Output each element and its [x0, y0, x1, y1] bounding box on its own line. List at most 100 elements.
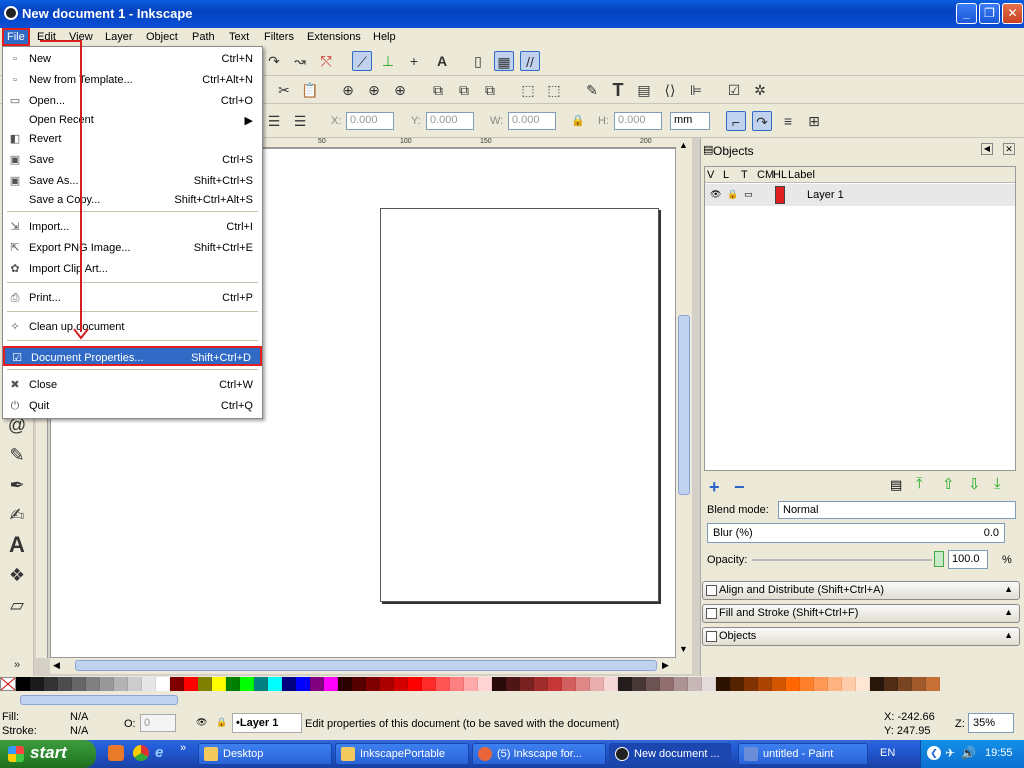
zoom-field[interactable]: 35% [968, 713, 1014, 733]
color-swatch[interactable] [212, 677, 226, 691]
color-swatch[interactable] [590, 677, 604, 691]
color-swatch[interactable] [548, 677, 562, 691]
color-swatch[interactable] [128, 677, 142, 691]
color-swatch[interactable] [338, 677, 352, 691]
smooth-icon[interactable]: ↝ [290, 51, 310, 71]
blur-field[interactable]: Blur (%) 0.0 [707, 523, 1005, 543]
group-icon[interactable]: ⬚ [518, 80, 538, 100]
snap-node-icon[interactable]: ⊥ [378, 51, 398, 71]
color-swatch[interactable] [702, 677, 716, 691]
color-swatch[interactable] [464, 677, 478, 691]
menu-extensions[interactable]: Extensions [304, 30, 364, 44]
unit-select[interactable]: mm [670, 112, 710, 130]
color-swatch[interactable] [758, 677, 772, 691]
raise-top-icon[interactable]: ☰ [264, 111, 284, 131]
node-icon[interactable]: ↷ [264, 51, 284, 71]
color-swatch[interactable] [58, 677, 72, 691]
menu-help[interactable]: Help [370, 30, 399, 44]
layer-row[interactable]: 👁 🔒 ▭ Layer 1 [705, 184, 1015, 206]
quicklaunch-app-icon[interactable] [108, 745, 124, 761]
color-swatch[interactable] [422, 677, 436, 691]
lower-to-bottom-icon[interactable]: ⤓ [994, 475, 1001, 492]
taskbar-button-desktop[interactable]: Desktop [198, 743, 332, 765]
document-page[interactable] [380, 208, 659, 602]
file-menu-item[interactable]: ✿ Import Clip Art... [3, 259, 262, 279]
color-swatch[interactable] [618, 677, 632, 691]
menu-path[interactable]: Path [189, 30, 218, 44]
toggle-lock-icon[interactable]: 🔒 [216, 717, 227, 728]
y-field[interactable]: 0.000 [426, 112, 474, 130]
align-distribute-panel-tab[interactable]: Align and Distribute (Shift+Ctrl+A) ▲ [702, 581, 1020, 600]
maximize-button[interactable]: ❐ [979, 3, 1000, 24]
quicklaunch-more-icon[interactable]: » [180, 742, 186, 754]
text-font-icon[interactable]: A [432, 51, 452, 71]
guides-icon[interactable]: // [520, 51, 540, 71]
scroll-right-icon[interactable]: ▶ [662, 660, 669, 671]
color-swatch[interactable] [660, 677, 674, 691]
lower-icon[interactable]: ⇩ [968, 475, 981, 493]
color-swatch[interactable] [646, 677, 660, 691]
lock-icon[interactable]: 🔒 [727, 189, 738, 200]
panel-iconify-button[interactable]: ◀ [981, 143, 993, 155]
opacity-field[interactable]: 100.0 [948, 550, 988, 569]
remove-object-icon[interactable]: − [734, 477, 745, 498]
color-swatch[interactable] [436, 677, 450, 691]
menu-file[interactable]: File [2, 28, 30, 46]
clock[interactable]: 19:55 [985, 747, 1013, 759]
pencil-tool-icon[interactable]: ✎ [4, 442, 30, 468]
file-menu-item[interactable]: ▣ Save As... Shift+Ctrl+S [3, 171, 262, 191]
taskbar-button-inkscapeportable[interactable]: InkscapePortable [335, 743, 469, 765]
color-swatch[interactable] [240, 677, 254, 691]
color-swatch[interactable] [86, 677, 100, 691]
eraser-tool-icon[interactable]: ▱ [4, 592, 30, 618]
scroll-left-icon[interactable]: ◀ [53, 660, 60, 671]
color-swatch[interactable] [394, 677, 408, 691]
color-swatch[interactable] [268, 677, 282, 691]
color-swatch[interactable] [198, 677, 212, 691]
highlight-color-swatch[interactable] [775, 186, 785, 204]
color-swatch[interactable] [296, 677, 310, 691]
visibility-eye-icon[interactable]: 👁 [710, 189, 721, 200]
color-swatch[interactable] [408, 677, 422, 691]
color-swatch[interactable] [772, 677, 786, 691]
raise-icon[interactable]: ⇧ [942, 475, 955, 493]
snap-center-icon[interactable]: + [404, 51, 424, 71]
color-swatch[interactable] [254, 677, 268, 691]
menu-text[interactable]: Text [226, 30, 252, 44]
preferences-icon[interactable]: ✲ [750, 80, 770, 100]
color-swatch[interactable] [380, 677, 394, 691]
scale-corners-icon[interactable]: ↷ [752, 111, 772, 131]
opacity-o-field[interactable]: 0 [140, 714, 176, 732]
file-menu-item[interactable]: ✖ Close Ctrl+W [3, 375, 262, 395]
page-frame-icon[interactable]: ▯ [468, 51, 488, 71]
start-button[interactable]: start [0, 740, 96, 768]
color-swatch[interactable] [156, 677, 170, 691]
file-menu-item[interactable]: ⏻ Quit Ctrl+Q [3, 396, 262, 416]
palette-scrollbar[interactable] [0, 692, 1024, 708]
h-field[interactable]: 0.000 [614, 112, 662, 130]
color-swatch[interactable] [324, 677, 338, 691]
color-swatch[interactable] [44, 677, 58, 691]
layer-props-icon[interactable]: ▤ [890, 477, 902, 493]
color-swatch[interactable] [366, 677, 380, 691]
color-swatch[interactable] [478, 677, 492, 691]
taskbar-button-paint[interactable]: untitled - Paint [738, 743, 868, 765]
color-swatch[interactable] [716, 677, 730, 691]
color-swatch[interactable] [534, 677, 548, 691]
language-indicator[interactable]: EN [880, 747, 895, 759]
opacity-slider-track[interactable] [752, 559, 932, 561]
color-swatch[interactable] [814, 677, 828, 691]
color-swatch[interactable] [856, 677, 870, 691]
current-layer-select[interactable]: •Layer 1 [232, 713, 302, 733]
duplicate-icon[interactable]: ⧉ [428, 80, 448, 100]
color-swatch[interactable] [632, 677, 646, 691]
spray-tool-icon[interactable]: ❖ [4, 562, 30, 588]
scroll-down-icon[interactable]: ▼ [679, 644, 688, 654]
align-distribute-icon[interactable]: ⊫ [686, 80, 706, 100]
color-swatch[interactable] [492, 677, 506, 691]
color-swatch[interactable] [450, 677, 464, 691]
w-field[interactable]: 0.000 [508, 112, 556, 130]
color-swatch[interactable] [282, 677, 296, 691]
zoom-drawing-icon[interactable]: ⊕ [364, 80, 384, 100]
tray-back-icon[interactable]: ❮ [927, 746, 941, 760]
